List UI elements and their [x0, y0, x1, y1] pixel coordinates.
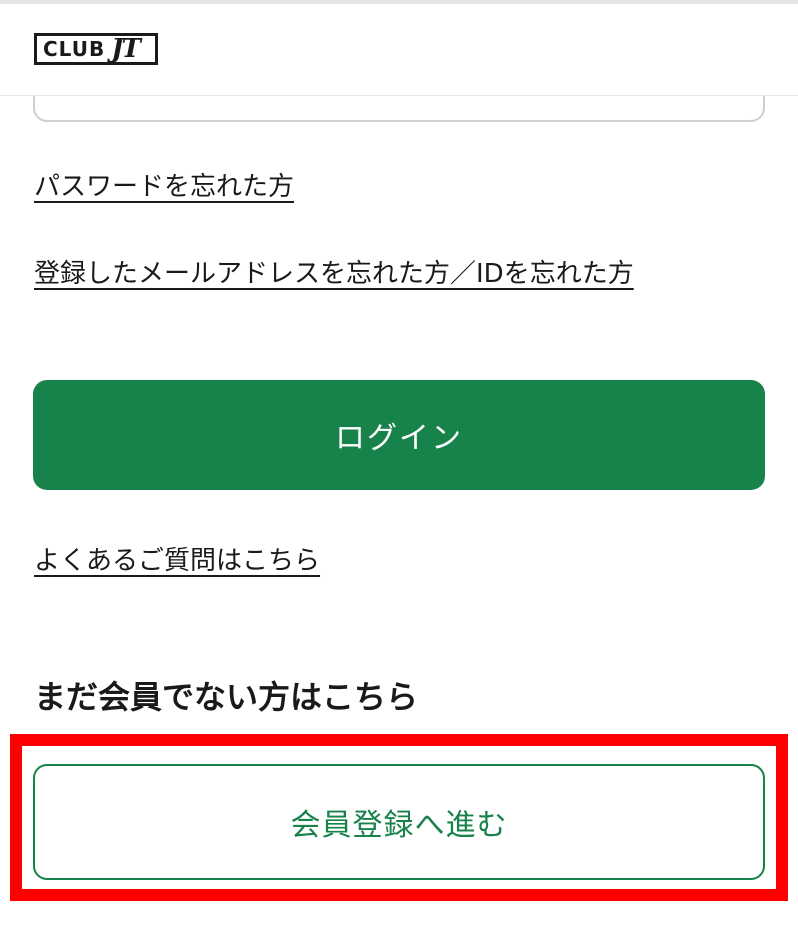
header: CLUB JT	[0, 4, 798, 96]
faq-link[interactable]: よくあるご質問はこちら	[34, 540, 320, 577]
login-button[interactable]: ログイン	[33, 380, 765, 490]
register-button[interactable]: 会員登録へ進む	[33, 764, 765, 880]
forgot-password-link[interactable]: パスワードを忘れた方	[34, 166, 294, 203]
register-section-title: まだ会員でない方はこちら	[34, 678, 419, 716]
logo-text: CLUB	[43, 37, 106, 61]
club-jt-logo[interactable]: CLUB JT	[34, 33, 158, 65]
forgot-email-id-link[interactable]: 登録したメールアドレスを忘れた方／IDを忘れた方	[34, 253, 634, 290]
logo-mark: JT	[111, 34, 141, 64]
